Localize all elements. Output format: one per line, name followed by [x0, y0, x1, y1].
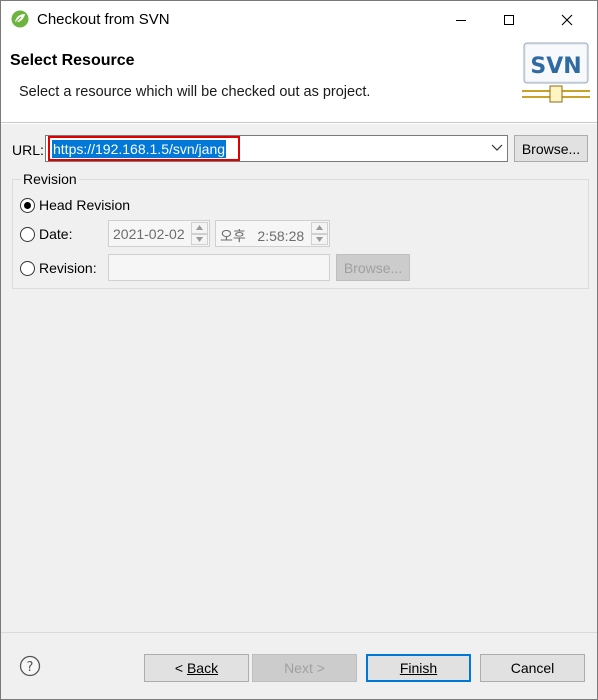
back-label: Back — [186, 660, 219, 676]
wizard-footer: ? < Back Next > Finish Cancel — [1, 632, 597, 699]
revision-group: Revision Head Revision Date: 2021-02-02 … — [12, 171, 589, 289]
date-value: 2021-02-02 — [113, 226, 185, 242]
page-description: Select a resource which will be checked … — [19, 84, 371, 100]
revision-number-option[interactable]: Revision: — [20, 260, 97, 276]
wizard-header: Select Resource Select a resource which … — [1, 39, 597, 123]
date-down-button — [191, 233, 208, 245]
finish-button[interactable]: Finish — [366, 654, 471, 682]
browse-url-button[interactable]: Browse... — [514, 135, 588, 162]
chevron-down-icon — [196, 236, 203, 242]
url-combobox[interactable]: https://192.168.1.5/svn/jang — [45, 135, 508, 162]
url-highlight-box — [48, 136, 240, 161]
wizard-content: URL: https://192.168.1.5/svn/jang Browse… — [1, 124, 597, 632]
finish-label: Finish — [399, 660, 438, 676]
chevron-up-icon — [316, 225, 323, 231]
svn-logo-icon: SVN — [522, 42, 590, 103]
revision-number-field — [108, 254, 330, 281]
spring-leaf-icon — [11, 10, 29, 28]
time-up-button — [311, 222, 328, 234]
minimize-icon — [456, 20, 466, 21]
browse-revision-button: Browse... — [336, 254, 410, 281]
date-up-button — [191, 222, 208, 234]
window-title: Checkout from SVN — [37, 11, 170, 28]
close-button[interactable] — [543, 1, 591, 39]
maximize-button[interactable] — [485, 1, 533, 39]
checkout-dialog: Checkout from SVN Select Resource Select… — [0, 0, 598, 700]
cancel-button[interactable]: Cancel — [480, 654, 585, 682]
head-revision-option[interactable]: Head Revision — [20, 197, 130, 213]
revision-group-title: Revision — [21, 171, 79, 187]
next-button: Next > — [252, 654, 357, 682]
svg-text:?: ? — [27, 660, 34, 675]
svg-text:SVN: SVN — [530, 54, 581, 79]
time-down-button — [311, 233, 328, 245]
maximize-icon — [504, 15, 514, 25]
revision-number-radio[interactable] — [20, 260, 35, 276]
title-bar: Checkout from SVN — [1, 1, 597, 39]
date-label: Date: — [39, 226, 73, 242]
back-prefix: < — [174, 660, 187, 676]
revision-number-label: Revision: — [39, 260, 97, 276]
chevron-down-icon[interactable] — [491, 143, 503, 153]
date-radio[interactable] — [20, 226, 35, 242]
head-revision-radio[interactable] — [20, 197, 35, 213]
time-value: 오후 2:58:28 — [220, 228, 305, 244]
head-revision-label: Head Revision — [39, 197, 131, 213]
help-icon[interactable]: ? — [19, 655, 41, 677]
date-option[interactable]: Date: — [20, 226, 72, 242]
close-icon — [561, 14, 573, 26]
page-title: Select Resource — [10, 52, 135, 69]
time-spinner: 오후 2:58:28 — [215, 220, 330, 247]
back-button[interactable]: < Back — [144, 654, 249, 682]
url-label: URL: — [12, 142, 44, 158]
date-spinner: 2021-02-02 — [108, 220, 210, 247]
minimize-button[interactable] — [437, 1, 485, 39]
chevron-down-icon — [316, 236, 323, 242]
chevron-up-icon — [196, 225, 203, 231]
